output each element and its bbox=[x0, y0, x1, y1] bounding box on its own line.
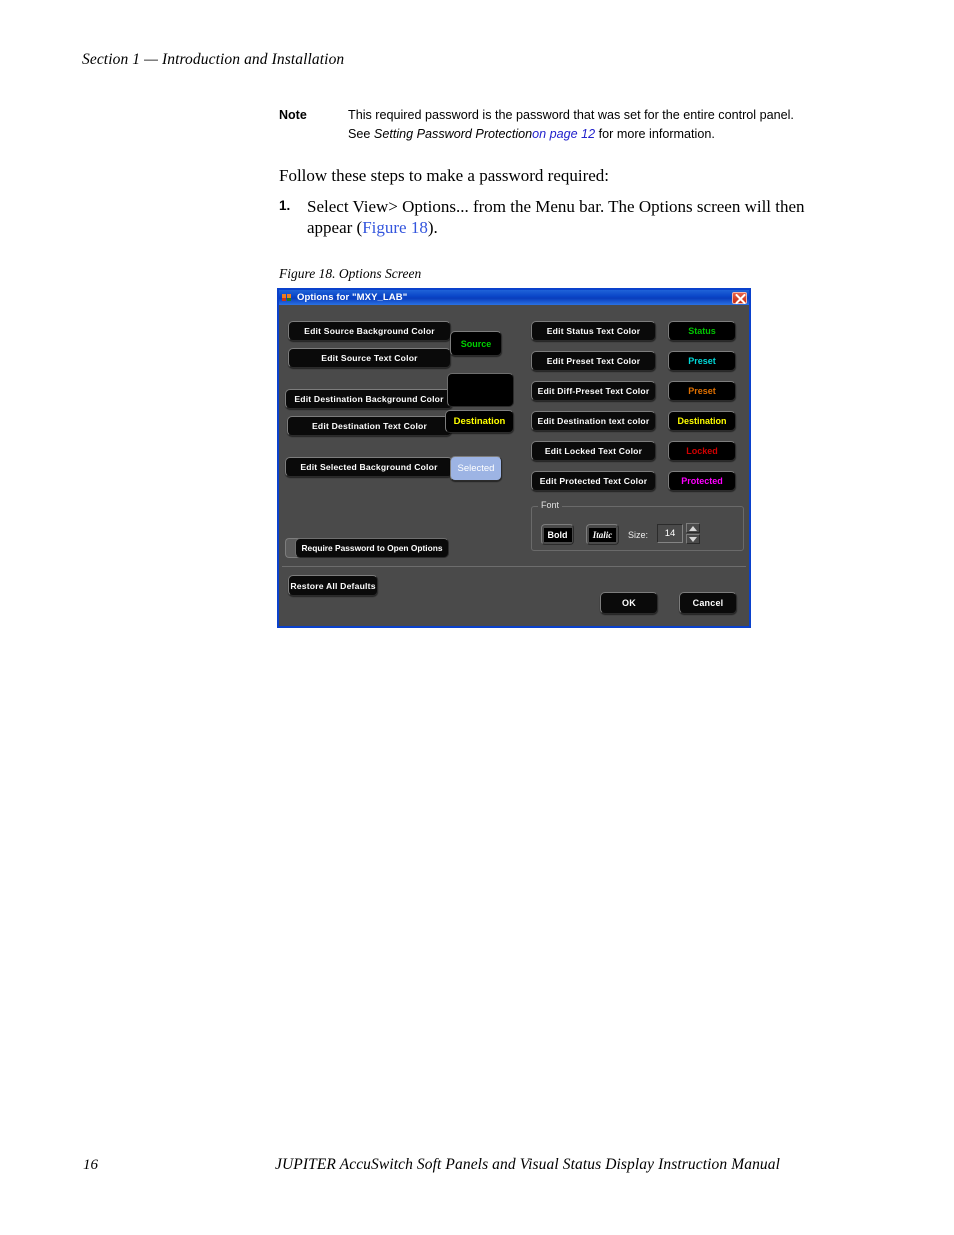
close-x-glyph bbox=[735, 293, 746, 304]
note-label: Note bbox=[279, 108, 307, 122]
font-group-legend: Font bbox=[538, 500, 563, 511]
app-palette-icon bbox=[282, 292, 293, 303]
diff-preset-swatch[interactable]: Preset bbox=[668, 381, 736, 401]
stepper-up-icon[interactable] bbox=[686, 523, 700, 533]
note-page-link[interactable]: on page 12 bbox=[532, 127, 595, 141]
edit-protected-text-color-button[interactable]: Edit Protected Text Color bbox=[531, 471, 656, 491]
italic-toggle-button[interactable]: Italic bbox=[586, 524, 619, 545]
step-text-post: ). bbox=[427, 218, 438, 237]
edit-source-background-color-button[interactable]: Edit Source Background Color bbox=[288, 321, 451, 341]
require-password-control[interactable]: Require Password to Open Options bbox=[285, 538, 449, 558]
figure-link[interactable]: Figure 18 bbox=[362, 218, 428, 237]
selected-swatch[interactable]: Selected bbox=[450, 456, 502, 481]
document-page: Section 1 — Introduction and Installatio… bbox=[0, 0, 954, 1235]
edit-destination-background-color-button[interactable]: Edit Destination Background Color bbox=[285, 389, 453, 409]
figure-caption: Figure 18. Options Screen bbox=[279, 266, 422, 281]
edit-preset-text-color-button[interactable]: Edit Preset Text Color bbox=[531, 351, 656, 371]
edit-status-text-color-button[interactable]: Edit Status Text Color bbox=[531, 321, 656, 341]
dialog-separator bbox=[282, 566, 746, 567]
italic-toggle-label: Italic bbox=[588, 527, 617, 542]
step-number: 1. bbox=[279, 198, 291, 213]
status-swatch[interactable]: Status bbox=[668, 321, 736, 341]
footer-title: JUPITER AccuSwitch Soft Panels and Visua… bbox=[275, 1156, 781, 1173]
note-line-1: This required password is the password t… bbox=[348, 108, 757, 122]
destination-text-swatch[interactable]: Destination bbox=[668, 411, 736, 431]
restore-all-defaults-button[interactable]: Restore All Defaults bbox=[288, 575, 378, 596]
edit-selected-background-color-button[interactable]: Edit Selected Background Color bbox=[285, 457, 453, 477]
locked-swatch[interactable]: Locked bbox=[668, 441, 736, 461]
edit-destination-text-color-right-button[interactable]: Edit Destination text color bbox=[531, 411, 656, 431]
bold-toggle-label: Bold bbox=[543, 527, 572, 542]
footer-page-number: 16 bbox=[83, 1157, 98, 1173]
edit-locked-text-color-button[interactable]: Edit Locked Text Color bbox=[531, 441, 656, 461]
destination-swatch[interactable]: Destination bbox=[445, 410, 514, 433]
edit-destination-text-color-button[interactable]: Edit Destination Text Color bbox=[287, 416, 452, 436]
note-line-2-post: for more information. bbox=[595, 127, 715, 141]
step-text: Select View> Options... from the Menu ba… bbox=[307, 196, 827, 238]
cancel-button[interactable]: Cancel bbox=[679, 592, 737, 614]
destination-background-swatch[interactable] bbox=[447, 373, 514, 407]
source-swatch[interactable]: Source bbox=[450, 331, 502, 356]
size-label: Size: bbox=[628, 530, 649, 540]
protected-swatch[interactable]: Protected bbox=[668, 471, 736, 491]
font-size-input[interactable]: 14 bbox=[657, 524, 683, 543]
preset-swatch[interactable]: Preset bbox=[668, 351, 736, 371]
stepper-down-icon[interactable] bbox=[686, 534, 700, 544]
note-text: This required password is the password t… bbox=[348, 106, 818, 144]
require-password-to-open-options-button[interactable]: Require Password to Open Options bbox=[295, 538, 449, 558]
ok-button[interactable]: OK bbox=[600, 592, 658, 614]
edit-diff-preset-text-color-button[interactable]: Edit Diff-Preset Text Color bbox=[531, 381, 656, 401]
font-size-stepper[interactable] bbox=[686, 523, 700, 544]
bold-toggle-button[interactable]: Bold bbox=[541, 524, 574, 545]
note-reference-title: Setting Password Protection bbox=[373, 127, 533, 141]
dialog-title: Options for "MXY_LAB" bbox=[297, 292, 408, 303]
intro-paragraph: Follow these steps to make a password re… bbox=[279, 166, 610, 185]
close-icon[interactable] bbox=[732, 291, 747, 304]
edit-source-text-color-button[interactable]: Edit Source Text Color bbox=[288, 348, 451, 368]
dialog-titlebar[interactable]: Options for "MXY_LAB" bbox=[279, 290, 749, 305]
section-header: Section 1 — Introduction and Installatio… bbox=[82, 51, 345, 68]
